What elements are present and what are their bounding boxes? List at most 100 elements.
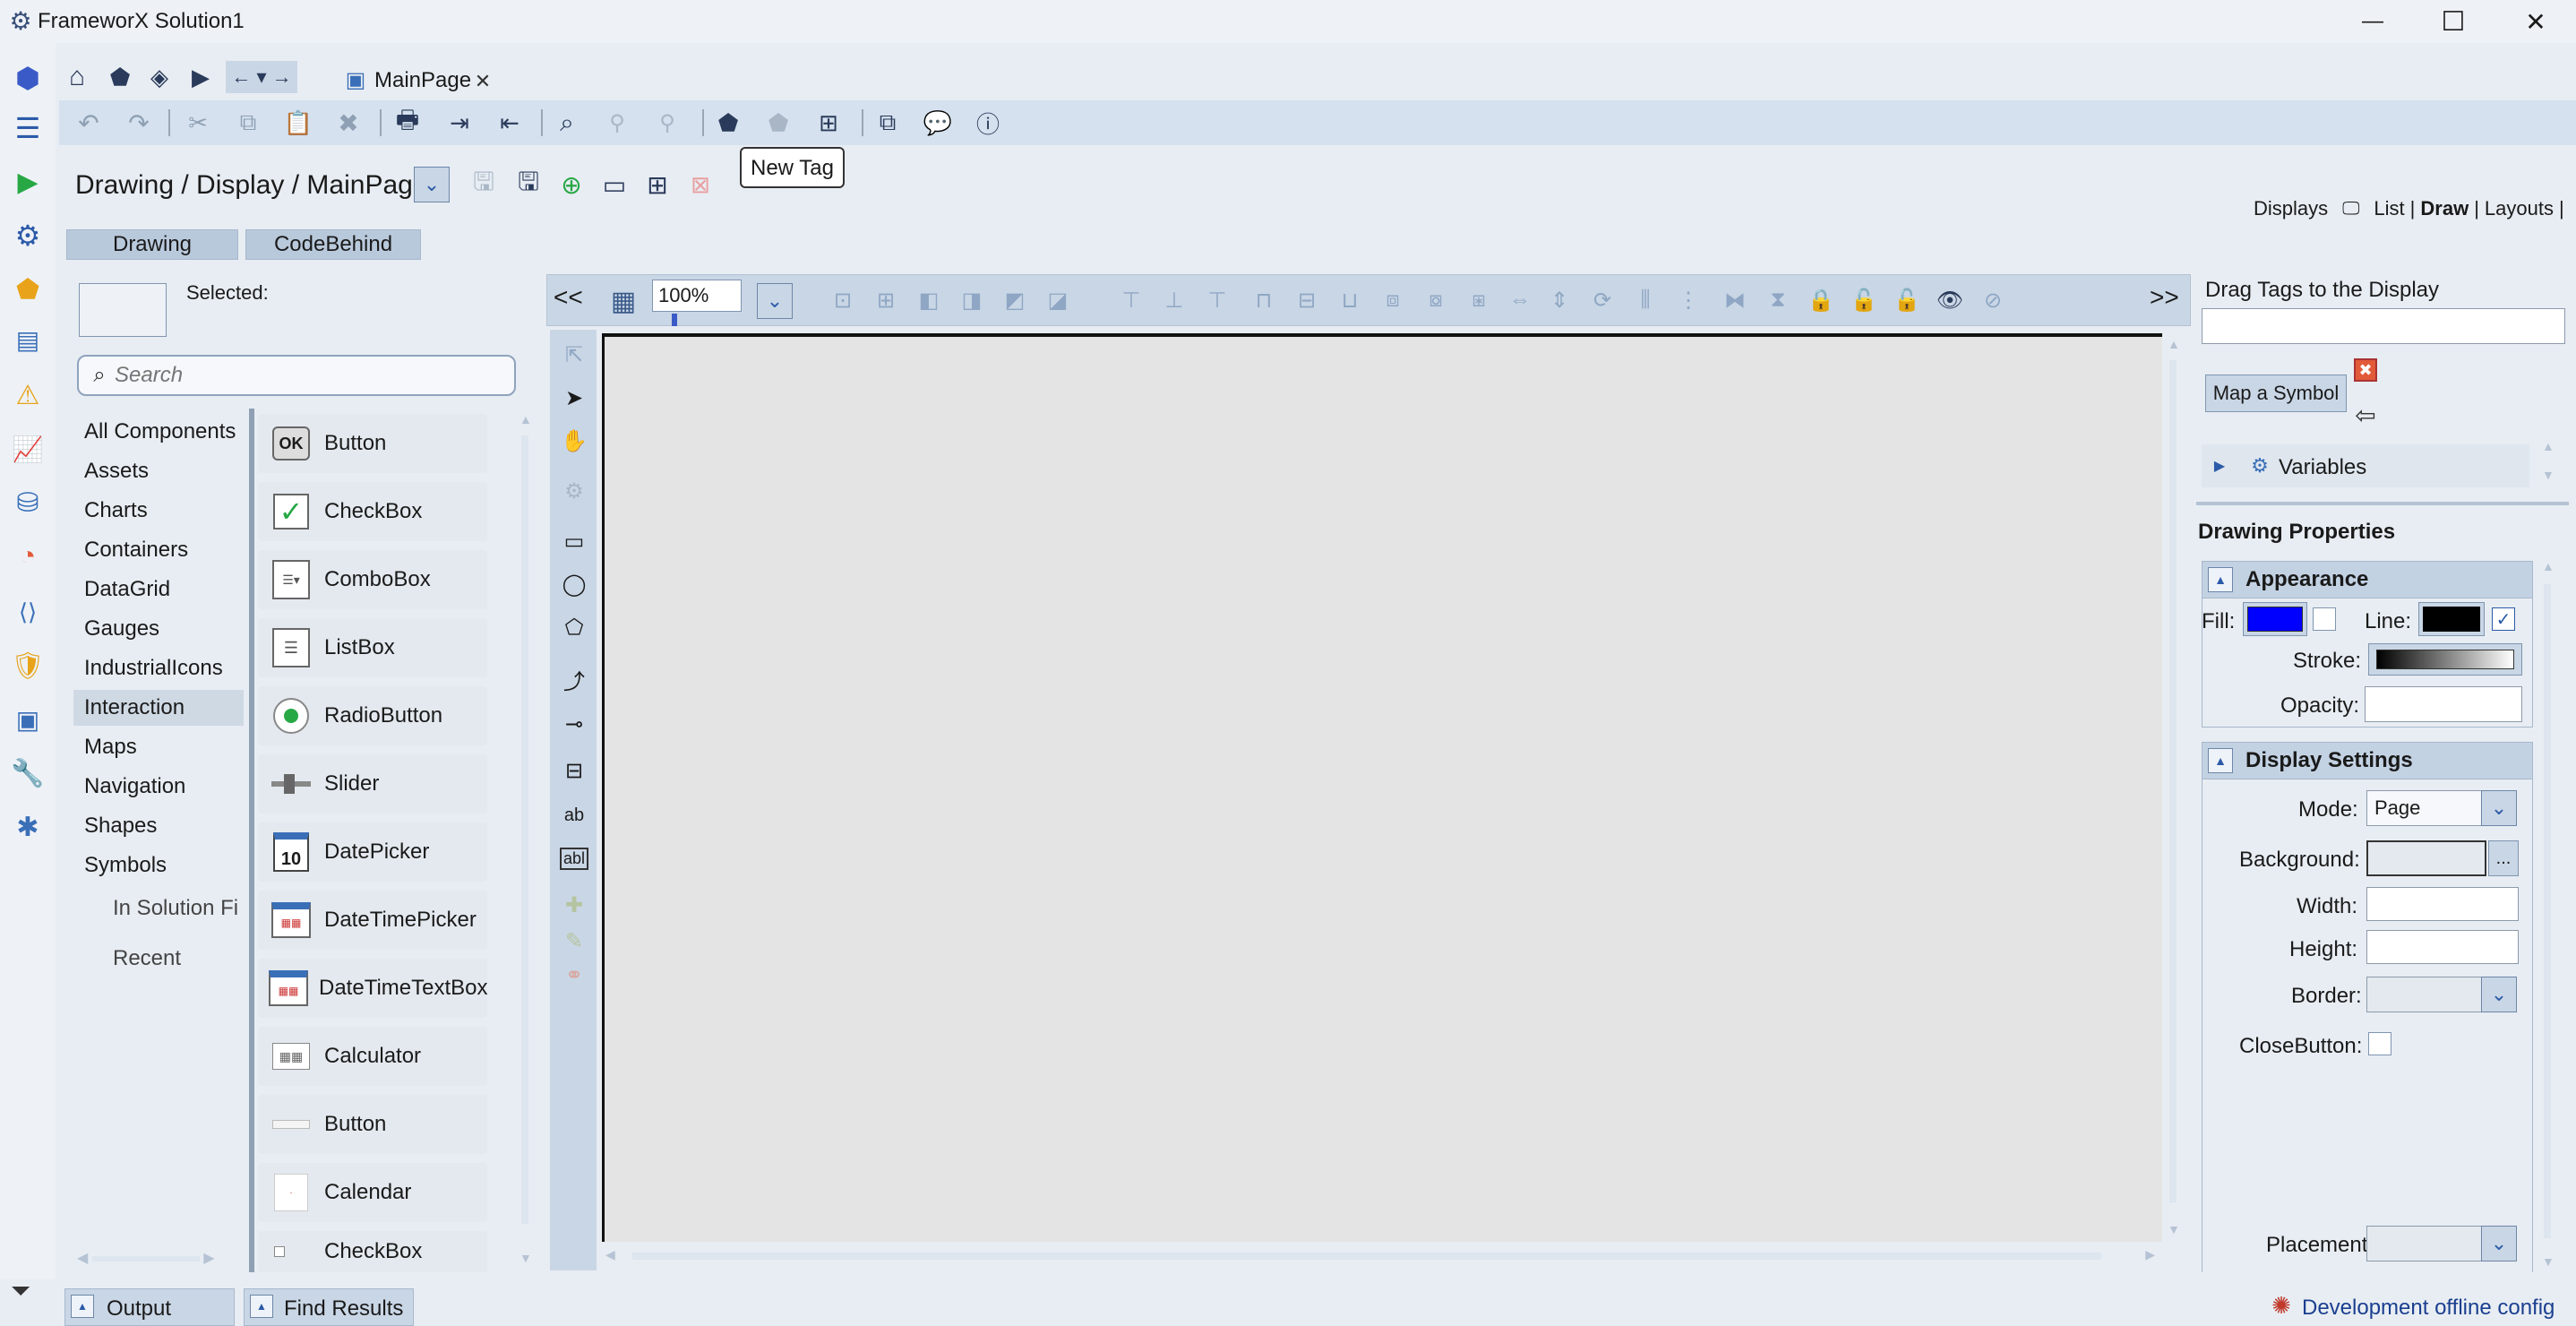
search-box[interactable]: ⌕	[77, 355, 516, 396]
mode-dropdown[interactable]: ⌄	[2481, 790, 2517, 826]
comment-icon[interactable]: 💬	[923, 108, 953, 138]
undo-icon[interactable]: ↶	[73, 108, 104, 138]
components-scrollbar[interactable]: ▲ ▼	[518, 410, 532, 1267]
close-tab-icon[interactable]: ✕	[471, 68, 494, 95]
align-middle-icon[interactable]: ⊟	[1292, 285, 1322, 315]
space-v-icon[interactable]: ⋮	[1673, 285, 1704, 315]
category-item[interactable]: Containers	[73, 532, 244, 568]
bring-forward-icon[interactable]: ⧆	[1464, 285, 1494, 315]
print-icon[interactable]: 🖶	[392, 106, 423, 138]
delete-display-icon[interactable]: ⊠	[684, 168, 717, 201]
component-item[interactable]: ☰▾ ComboBox	[258, 550, 487, 609]
canvas-vscroll[interactable]: ▲ ▼	[2166, 333, 2180, 1238]
height-field[interactable]	[2366, 930, 2519, 964]
stroke-gradient[interactable]	[2368, 643, 2522, 676]
collapse-left-button[interactable]: <<	[554, 283, 583, 312]
pointer-arrow-icon[interactable]: ⇦	[2350, 400, 2381, 430]
menu-icon[interactable]: ☰	[11, 111, 45, 145]
pointer-icon[interactable]: ➤	[557, 380, 591, 416]
breadcrumb-dropdown[interactable]: ⌄	[414, 167, 450, 202]
new-tag-icon[interactable]: ⬟	[713, 108, 743, 138]
background-field[interactable]	[2366, 840, 2486, 876]
width-field[interactable]	[2366, 887, 2519, 921]
collapse-icon[interactable]: ▲	[2208, 567, 2233, 592]
plugin-link-icon[interactable]: ⚭	[557, 957, 591, 993]
devices-icon[interactable]: ▤	[11, 323, 45, 357]
reports-icon[interactable]: ◔	[11, 539, 45, 573]
import-icon[interactable]: ⇥	[444, 108, 475, 138]
canvas-hscroll[interactable]: ◀ ▶	[605, 1247, 2155, 1263]
historian-icon[interactable]: 📈	[11, 432, 45, 466]
zoom-dropdown[interactable]: ⌄	[757, 283, 793, 319]
component-item[interactable]: · Calendar	[258, 1163, 487, 1222]
appearance-header[interactable]: ▲ Appearance	[2202, 561, 2533, 598]
space-h-icon[interactable]: ⫼	[1630, 285, 1661, 315]
list-link[interactable]: List	[2374, 197, 2404, 220]
settings-icon[interactable]: ⚙	[11, 219, 45, 253]
tag-edit-icon[interactable]: ⬟	[763, 108, 794, 138]
save-icon[interactable]: 🖫	[468, 168, 500, 201]
tab-codebehind[interactable]: CodeBehind	[245, 229, 421, 260]
text-icon[interactable]: ab	[557, 797, 591, 833]
textbox-icon[interactable]: abl	[557, 840, 591, 876]
home-icon[interactable]: ⌂	[61, 61, 93, 93]
symbol-subitem[interactable]: Recent	[73, 941, 244, 977]
run-icon[interactable]: ▶	[11, 165, 45, 199]
component-item[interactable]: Slider	[258, 754, 487, 814]
exclude-icon[interactable]: ◩	[1000, 285, 1030, 315]
tab-drawing[interactable]: Drawing	[66, 229, 238, 260]
paint-icon[interactable]: ◈	[143, 61, 176, 93]
category-hscroll[interactable]: ◀ ▶	[77, 1249, 244, 1266]
close-window-button[interactable]: ✕	[2513, 4, 2558, 39]
union-icon[interactable]: ◧	[914, 285, 944, 315]
selection-tool-icon[interactable]: ⇱	[557, 337, 591, 373]
datasets-icon[interactable]: ⛁	[11, 486, 45, 520]
redo-icon[interactable]: ↷	[124, 108, 154, 138]
subtract-icon[interactable]: ◪	[1043, 285, 1073, 315]
expand-icon[interactable]: ▶	[2211, 453, 2228, 478]
symbol-subitem[interactable]: In Solution Fi	[73, 891, 244, 926]
component-item[interactable]: ☰ ListBox	[258, 618, 487, 677]
category-item[interactable]: Charts	[73, 493, 244, 529]
component-item[interactable]: OK Button	[258, 414, 487, 473]
category-item[interactable]: IndustrialIcons	[73, 650, 244, 686]
line-color-swatch[interactable]	[2418, 602, 2485, 636]
category-item[interactable]: Navigation	[73, 769, 244, 805]
maximize-button[interactable]: ☐	[2431, 4, 2476, 39]
distribute-h-icon[interactable]: ⇔	[1505, 285, 1535, 315]
align-bottom-icon[interactable]: ⊔	[1335, 285, 1365, 315]
component-item[interactable]: ▦▦ DateTimePicker	[258, 891, 487, 950]
alarms-icon[interactable]: ⚠	[11, 378, 45, 412]
displays-icon[interactable]: ▣	[11, 702, 45, 736]
remove-mapping-icon[interactable]: ✖	[2354, 358, 2377, 382]
opacity-field[interactable]	[2365, 686, 2522, 722]
tree-icon[interactable]: ⊞	[813, 108, 844, 138]
component-item[interactable]: 10 DatePicker	[258, 822, 487, 882]
tags-icon[interactable]: ⬟	[11, 272, 45, 306]
minimize-button[interactable]: —	[2350, 4, 2395, 39]
ellipse-icon[interactable]: ◯	[557, 566, 591, 602]
align-center-icon[interactable]: ⊥	[1159, 285, 1189, 315]
security-icon[interactable]: 🛡	[11, 649, 45, 683]
close-button-checkbox[interactable]	[2368, 1032, 2391, 1055]
unlock-all-icon[interactable]: 🔓	[1892, 285, 1922, 315]
gear-tool-icon[interactable]: ⚙	[557, 473, 591, 509]
hand-icon[interactable]: ✋	[557, 423, 591, 459]
collapse-icon[interactable]: ▲	[2208, 748, 2233, 773]
run-display-icon[interactable]: ▭	[598, 168, 631, 201]
component-item[interactable]: ▦▦ Calculator	[258, 1027, 487, 1086]
border-select[interactable]	[2366, 977, 2483, 1012]
delete-icon[interactable]: ✖	[333, 108, 364, 138]
zoom-slider-thumb[interactable]	[672, 314, 677, 326]
bring-front-icon[interactable]: ⧈	[1378, 285, 1408, 315]
polyline-icon[interactable]: ⤴	[557, 661, 591, 697]
new-display-icon[interactable]: ⊕	[555, 168, 588, 201]
extensions-icon[interactable]: ✱	[11, 810, 45, 844]
component-item[interactable]: ▦▦ DateTimeTextBox	[258, 959, 488, 1018]
background-more-button[interactable]: ...	[2488, 840, 2519, 876]
map-symbol-button[interactable]: Map a Symbol	[2205, 375, 2347, 412]
scripts-icon[interactable]: ⟨⟩	[11, 595, 45, 629]
component-item[interactable]: ✓ CheckBox	[258, 482, 487, 541]
flip-h-icon[interactable]: ⧓	[1720, 285, 1750, 315]
cut-icon[interactable]: ✂	[183, 108, 213, 138]
